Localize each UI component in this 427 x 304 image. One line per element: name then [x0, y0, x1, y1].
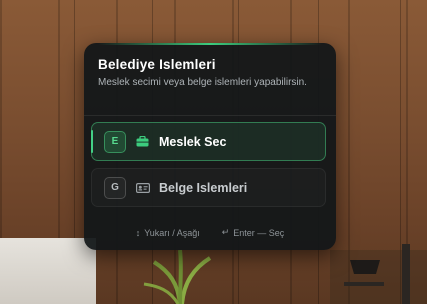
hint-text: Enter — Seç — [233, 227, 285, 238]
menu-subtitle: Meslek secimi veya belge islemleri yapab… — [98, 77, 307, 88]
option-belge-islemleri[interactable]: G Belge Islemleri — [91, 168, 326, 207]
header-divider — [84, 115, 336, 116]
enter-arrow-icon: ↵ — [221, 227, 230, 237]
white-counter-background — [0, 238, 96, 304]
option-label: Meslek Sec — [159, 134, 227, 149]
hint-text: Yukarı / Aşağı — [144, 227, 200, 238]
menu-title: Belediye Islemleri — [98, 57, 216, 72]
keybind-badge: E — [104, 130, 126, 153]
hint-select: ↵ Enter — Seç — [222, 227, 285, 238]
option-meslek-sec[interactable]: E Meslek Sec — [91, 122, 326, 161]
controls-hint-bar: ↕ Yukarı / Aşağı ↵ Enter — Seç — [84, 227, 336, 238]
keybind-badge: G — [104, 176, 126, 199]
briefcase-icon — [136, 136, 150, 148]
option-label: Belge Islemleri — [159, 180, 248, 195]
panel-header: Belediye Islemleri Meslek secimi veya be… — [98, 57, 322, 89]
interaction-menu-panel: Belediye Islemleri Meslek secimi veya be… — [84, 43, 336, 250]
hint-navigate: ↕ Yukarı / Aşağı — [136, 227, 200, 238]
up-down-arrows-icon: ↕ — [135, 227, 141, 238]
id-card-icon — [136, 182, 150, 194]
panel-accent-line — [98, 43, 322, 45]
stand-background — [330, 244, 427, 304]
selection-indicator — [91, 130, 93, 153]
plant-background — [143, 249, 212, 304]
